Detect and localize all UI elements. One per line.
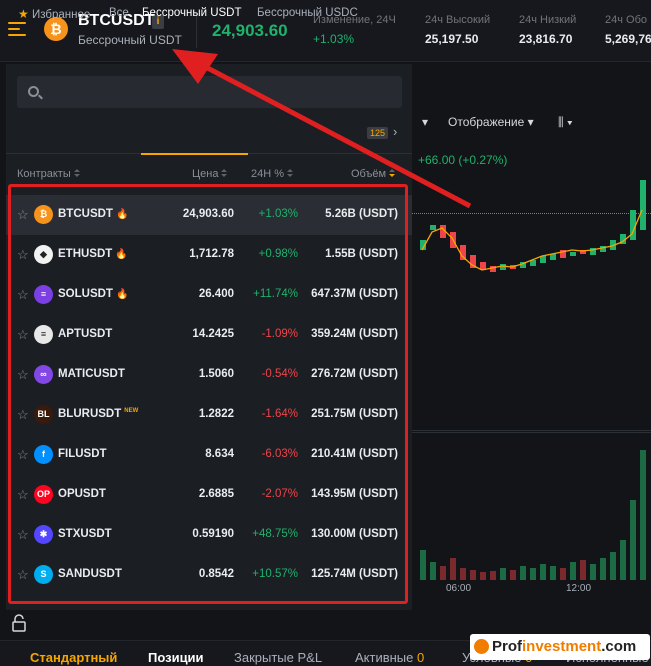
- tab-closed-pnl[interactable]: Закрытые P&L: [234, 650, 322, 665]
- watermark-icon: [474, 639, 489, 654]
- tab-active-orders[interactable]: Активные 0: [355, 650, 424, 665]
- watermark-logo: Profinvestment.com: [470, 634, 650, 660]
- tab-standard[interactable]: Стандартный: [30, 650, 117, 665]
- tab-positions[interactable]: Позиции: [148, 650, 204, 665]
- annotation-arrow: [172, 49, 472, 209]
- lock-icon[interactable]: [12, 614, 26, 632]
